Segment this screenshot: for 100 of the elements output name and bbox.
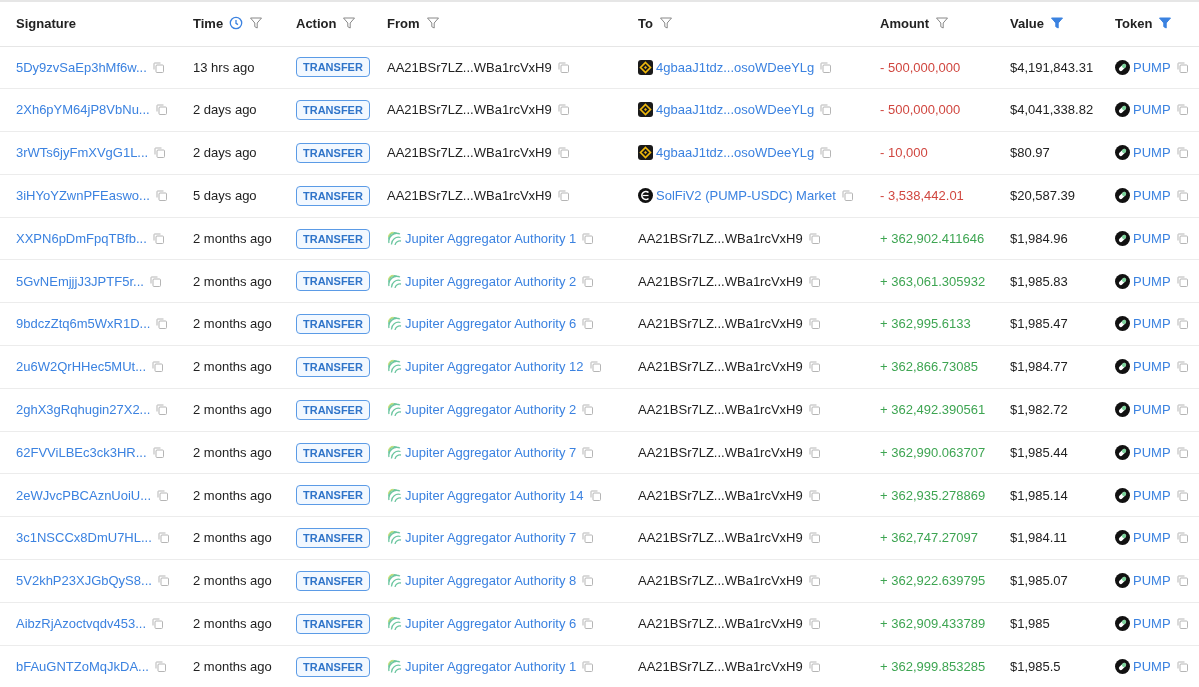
token-link[interactable]: PUMP <box>1133 59 1171 75</box>
token-link[interactable]: PUMP <box>1133 230 1171 246</box>
copy-icon[interactable] <box>157 532 169 544</box>
account-link[interactable]: Jupiter Aggregator Authority 12 <box>405 359 584 375</box>
signature-link[interactable]: 3c1NSCCx8DmU7HL... <box>16 530 152 546</box>
copy-icon[interactable] <box>808 489 820 501</box>
copy-icon[interactable] <box>1176 618 1188 629</box>
copy-icon[interactable] <box>1176 147 1188 159</box>
signature-link[interactable]: 2eWJvcPBCAznUoiU... <box>16 487 152 503</box>
account-link[interactable]: Jupiter Aggregator Authority 2 <box>405 402 577 417</box>
copy-icon[interactable] <box>152 232 164 244</box>
copy-icon[interactable] <box>582 532 594 544</box>
signature-link[interactable]: 2Xh6pYM64jP8VbNu... <box>16 102 150 118</box>
token-link[interactable]: PUMP <box>1133 273 1171 289</box>
copy-icon[interactable] <box>156 404 168 415</box>
copy-icon[interactable] <box>1176 361 1188 373</box>
copy-icon[interactable] <box>157 575 169 587</box>
copy-icon[interactable] <box>557 190 569 202</box>
copy-icon[interactable] <box>152 618 164 629</box>
filter-icon[interactable] <box>425 16 440 30</box>
copy-icon[interactable] <box>808 660 820 672</box>
copy-icon[interactable] <box>149 275 161 287</box>
copy-icon[interactable] <box>1176 190 1188 202</box>
copy-icon[interactable] <box>808 275 820 287</box>
copy-icon[interactable] <box>157 489 169 501</box>
token-link[interactable]: PUMP <box>1133 316 1171 332</box>
account-link[interactable]: Jupiter Aggregator Authority 6 <box>405 316 577 332</box>
copy-icon[interactable] <box>557 61 569 73</box>
copy-icon[interactable] <box>154 660 166 672</box>
account-link[interactable]: Jupiter Aggregator Authority 2 <box>405 273 577 289</box>
account-link[interactable]: Jupiter Aggregator Authority 7 <box>405 530 577 546</box>
copy-icon[interactable] <box>808 404 820 415</box>
account-link[interactable]: 4gbaaJ1tdz...osoWDeeYLg <box>656 59 815 75</box>
copy-icon[interactable] <box>582 404 594 415</box>
signature-link[interactable]: XXPN6pDmFpqTBfb... <box>16 230 147 246</box>
copy-icon[interactable] <box>154 147 166 159</box>
copy-icon[interactable] <box>155 190 167 202</box>
account-link[interactable]: Jupiter Aggregator Authority 8 <box>405 573 577 589</box>
filter-icon[interactable] <box>1049 16 1064 30</box>
copy-icon[interactable] <box>582 232 594 244</box>
account-link[interactable]: Jupiter Aggregator Authority 6 <box>405 616 577 631</box>
account-link[interactable]: Jupiter Aggregator Authority 1 <box>405 658 577 674</box>
copy-icon[interactable] <box>155 104 167 116</box>
signature-link[interactable]: 5Dy9zvSaEp3hMf6w... <box>16 59 147 75</box>
copy-icon[interactable] <box>582 275 594 287</box>
signature-link[interactable]: 5V2khP23XJGbQyS8... <box>16 573 152 589</box>
filter-icon[interactable] <box>935 16 950 30</box>
copy-icon[interactable] <box>1176 104 1188 116</box>
copy-icon[interactable] <box>582 318 594 330</box>
copy-icon[interactable] <box>820 147 832 159</box>
filter-icon[interactable] <box>249 16 264 30</box>
copy-icon[interactable] <box>820 104 832 116</box>
copy-icon[interactable] <box>152 61 164 73</box>
copy-icon[interactable] <box>582 575 594 587</box>
signature-link[interactable]: 2ghX3gRqhugin27X2... <box>16 402 151 417</box>
token-link[interactable]: PUMP <box>1133 188 1171 204</box>
filter-icon[interactable] <box>1158 16 1173 30</box>
copy-icon[interactable] <box>808 361 820 373</box>
copy-icon[interactable] <box>152 446 164 458</box>
copy-icon[interactable] <box>589 489 601 501</box>
signature-link[interactable]: 3iHYoYZwnPFEaswo... <box>16 188 150 204</box>
signature-link[interactable]: 2u6W2QrHHec5MUt... <box>16 359 147 375</box>
copy-icon[interactable] <box>1176 532 1188 544</box>
copy-icon[interactable] <box>808 446 820 458</box>
copy-icon[interactable] <box>1176 61 1188 73</box>
token-link[interactable]: PUMP <box>1133 359 1171 375</box>
copy-icon[interactable] <box>1176 660 1188 672</box>
account-link[interactable]: 4gbaaJ1tdz...osoWDeeYLg <box>656 145 815 161</box>
signature-link[interactable]: 62FVViLBEc3ck3HR... <box>16 444 147 460</box>
token-link[interactable]: PUMP <box>1133 145 1171 161</box>
filter-icon[interactable] <box>658 16 673 30</box>
token-link[interactable]: PUMP <box>1133 530 1171 546</box>
copy-icon[interactable] <box>841 190 853 202</box>
token-link[interactable]: PUMP <box>1133 402 1171 417</box>
copy-icon[interactable] <box>589 361 601 373</box>
token-link[interactable]: PUMP <box>1133 658 1171 674</box>
copy-icon[interactable] <box>582 660 594 672</box>
account-link[interactable]: Jupiter Aggregator Authority 14 <box>405 487 584 503</box>
copy-icon[interactable] <box>557 104 569 116</box>
copy-icon[interactable] <box>1176 232 1188 244</box>
signature-link[interactable]: 3rWTs6jyFmXVgG1L... <box>16 145 149 161</box>
account-link[interactable]: Jupiter Aggregator Authority 7 <box>405 444 577 460</box>
filter-icon[interactable] <box>342 16 357 30</box>
token-link[interactable]: PUMP <box>1133 102 1171 118</box>
copy-icon[interactable] <box>557 147 569 159</box>
account-link[interactable]: SolFiV2 (PUMP-USDC) Market <box>656 188 836 204</box>
copy-icon[interactable] <box>808 575 820 587</box>
copy-icon[interactable] <box>1176 489 1188 501</box>
token-link[interactable]: PUMP <box>1133 616 1171 631</box>
token-link[interactable]: PUMP <box>1133 444 1171 460</box>
token-link[interactable]: PUMP <box>1133 487 1171 503</box>
account-link[interactable]: Jupiter Aggregator Authority 1 <box>405 230 577 246</box>
copy-icon[interactable] <box>808 618 820 629</box>
copy-icon[interactable] <box>1176 575 1188 587</box>
copy-icon[interactable] <box>1176 275 1188 287</box>
account-link[interactable]: 4gbaaJ1tdz...osoWDeeYLg <box>656 102 815 118</box>
signature-link[interactable]: AibzRjAzoctvqdv453... <box>16 616 147 631</box>
copy-icon[interactable] <box>152 361 164 373</box>
signature-link[interactable]: 9bdczZtq6m5WxR1D... <box>16 316 151 332</box>
copy-icon[interactable] <box>1176 446 1188 458</box>
